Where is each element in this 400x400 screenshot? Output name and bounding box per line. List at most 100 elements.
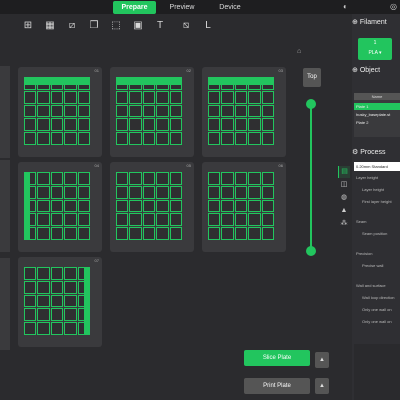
grid-cell — [248, 199, 261, 213]
print-plate-button[interactable]: Print Plate — [244, 378, 310, 394]
layers-icon[interactable]: ▣ — [130, 18, 146, 34]
grid-cell — [169, 118, 182, 132]
grid-cell — [261, 172, 274, 185]
quality-icon[interactable]: ◫ — [338, 179, 350, 191]
slice-dropdown-button[interactable]: ▲ — [315, 352, 329, 368]
build-plate[interactable]: 03 — [202, 67, 286, 157]
grid-cell — [116, 213, 129, 227]
plate-number: 04 — [94, 163, 99, 168]
grid-cell — [37, 90, 50, 104]
grid-cell — [156, 199, 169, 213]
grid-cell — [142, 90, 156, 104]
setting-label: Layer height — [362, 187, 385, 192]
grid-cell — [77, 132, 90, 145]
right-panel: ⊕ Filament 1 PLA ▾ ⊕ Object Name Plate 1… — [352, 14, 400, 400]
grid-cell — [261, 104, 274, 118]
grid-cell — [142, 227, 156, 240]
cut-icon[interactable]: ⧅ — [178, 18, 194, 34]
plate-grid — [208, 172, 274, 240]
grid-cell — [116, 172, 129, 185]
grid-cell — [37, 104, 50, 118]
build-plate[interactable]: 06 — [202, 162, 286, 252]
grid-cell — [50, 172, 64, 185]
speed-icon[interactable]: ▲ — [338, 205, 350, 217]
grid-cell — [50, 280, 64, 294]
grid-icon[interactable]: ▦ — [42, 18, 58, 34]
copy-icon[interactable]: ❐ — [86, 18, 102, 34]
plate-number: 07 — [94, 258, 99, 263]
grid-cell — [77, 90, 90, 104]
grid-cell — [64, 280, 77, 294]
grid-cell — [234, 104, 248, 118]
slider-handle-bottom[interactable] — [306, 246, 316, 256]
plate-grid — [24, 77, 90, 145]
grid-cell — [50, 185, 64, 199]
top-bar: Prepare Preview Device ◐ ◎ — [0, 0, 400, 14]
layer-slider[interactable] — [310, 103, 312, 251]
cube-icon[interactable]: ⬚ — [108, 18, 124, 34]
tab-preview[interactable]: Preview — [160, 1, 204, 14]
grid-cell — [129, 118, 142, 132]
filament-slot-button[interactable]: 1 PLA ▾ — [358, 38, 392, 60]
grid-cell — [50, 213, 64, 227]
grid-cell — [116, 132, 129, 145]
process-title: ⚙ Process — [352, 149, 386, 156]
object-list-header: Name — [354, 93, 400, 100]
plate-number: 01 — [94, 68, 99, 73]
grid-cell — [248, 213, 261, 227]
grid-cell — [64, 118, 77, 132]
grid-cell — [221, 104, 234, 118]
sketch-icon[interactable]: L — [200, 18, 216, 34]
build-plate[interactable]: 04 — [18, 162, 102, 252]
strength-icon[interactable]: ◍ — [338, 192, 350, 204]
grid-cell — [24, 267, 37, 280]
grid-cell — [234, 213, 248, 227]
build-plate[interactable]: 07 — [18, 257, 102, 347]
grid-cell — [169, 132, 182, 145]
tab-prepare[interactable]: Prepare — [113, 1, 156, 14]
grid-cell — [261, 227, 274, 240]
build-plate[interactable]: 02 — [110, 67, 194, 157]
split-icon[interactable]: ⧄ — [64, 18, 80, 34]
grid-cell — [208, 132, 221, 145]
grid-cell — [208, 199, 221, 213]
top-view-button[interactable]: Top — [303, 68, 321, 87]
support-icon[interactable]: ⁂ — [338, 218, 350, 230]
build-plate[interactable]: 05 — [110, 162, 194, 252]
grid-cell — [24, 322, 37, 335]
slider-handle-top[interactable] — [306, 99, 316, 109]
text-icon[interactable]: T — [152, 18, 168, 34]
grid-cell — [50, 132, 64, 145]
print-dropdown-button[interactable]: ▲ — [315, 378, 329, 394]
home-icon[interactable]: ⌂ — [297, 48, 301, 55]
grid-cell — [24, 90, 37, 104]
add-icon[interactable]: ⊞ — [20, 18, 36, 34]
print-settings-icon[interactable]: ▤ — [338, 166, 350, 178]
grid-cell — [24, 118, 37, 132]
tab-device[interactable]: Device — [208, 1, 252, 14]
settings-placeholder — [354, 344, 400, 400]
plate-grid — [208, 77, 274, 145]
grid-cell — [169, 185, 182, 199]
slice-plate-button[interactable]: Slice Plate — [244, 350, 310, 366]
grid-cell — [50, 322, 64, 335]
grid-cell — [248, 227, 261, 240]
process-preset-select[interactable]: 0.20mm Standard — [354, 162, 400, 171]
plate-number: 06 — [278, 163, 283, 168]
list-item[interactable]: husky_baseplate.st — [354, 111, 400, 118]
grid-cell — [129, 90, 142, 104]
grid-cell — [261, 90, 274, 104]
list-item[interactable]: Plate 2 — [354, 119, 400, 126]
setting-label: Only one wall on — [362, 319, 392, 324]
headset-icon[interactable]: ◐ — [343, 2, 348, 12]
grid-cell — [24, 104, 37, 118]
globe-icon[interactable]: ◎ — [390, 2, 397, 12]
list-item[interactable]: Plate 1 — [354, 103, 400, 110]
plate-grid — [116, 77, 182, 145]
grid-cell — [142, 213, 156, 227]
grid-cell — [116, 227, 129, 240]
plate-grid — [24, 172, 90, 240]
grid-cell — [142, 118, 156, 132]
bin-base-strip — [116, 77, 182, 85]
build-plate[interactable]: 01 — [18, 67, 102, 157]
